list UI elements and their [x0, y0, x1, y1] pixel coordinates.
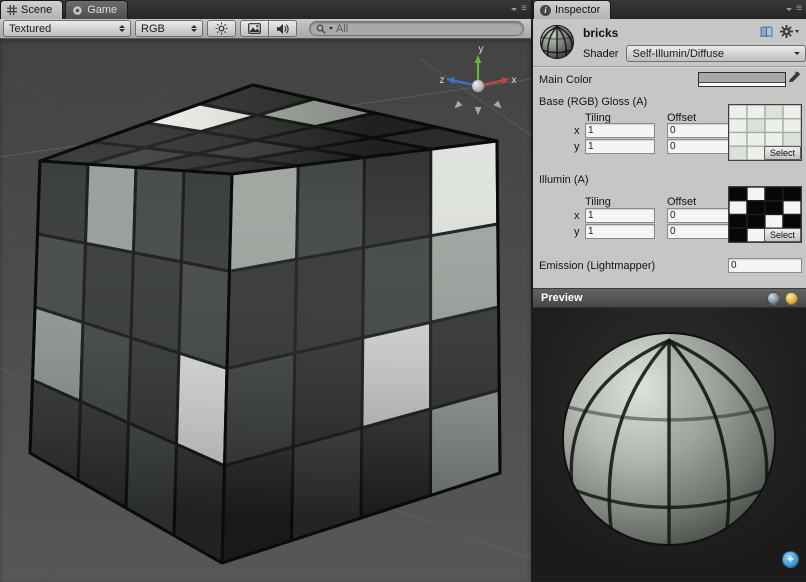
tab-scene-label: Scene [21, 4, 52, 16]
base-texture-thumbnail[interactable]: Select [728, 104, 802, 161]
main-color-label: Main Color [539, 74, 592, 86]
shader-label: Shader [583, 48, 618, 60]
tab-inspector[interactable]: i Inspector [533, 0, 611, 19]
dropdown-arrows-icon [119, 25, 125, 32]
cube-face-right [222, 141, 500, 563]
audio-toggle-button[interactable] [269, 20, 297, 37]
base-y-label: y [574, 141, 580, 153]
tab-inspector-label: Inspector [555, 4, 600, 16]
render-fx-toggle-button[interactable] [240, 20, 269, 37]
gizmo-axis-label: z [440, 75, 445, 86]
add-preview-button[interactable]: + [782, 551, 799, 568]
illumin-tiling-y-input[interactable] [585, 224, 655, 239]
cube-face-shade [222, 141, 500, 563]
gear-dropdown-icon [795, 30, 799, 33]
dropdown-arrows-icon [191, 25, 197, 32]
preview-sphere-toggle-icon[interactable] [767, 292, 780, 305]
base-select-button[interactable]: Select [764, 146, 801, 160]
pane-menu-icon: ≡ [521, 4, 527, 14]
illumin-texture-thumbnail[interactable]: Select [728, 186, 802, 243]
shader-row: Shader Self-Illumin/Diffuse [583, 45, 806, 62]
color-swatch[interactable] [698, 72, 786, 87]
unity-editor-window: Scene Game ≡ Textured RGB [0, 0, 806, 581]
tab-game[interactable]: Game [65, 0, 128, 19]
game-icon [72, 5, 83, 16]
base-x-label: x [574, 125, 580, 137]
illumin-offset-x-input[interactable] [667, 208, 733, 223]
illumin-tiling-x-input[interactable] [585, 208, 655, 223]
illumin-offset-y-input[interactable] [667, 224, 733, 239]
gizmo-axis-label: y [479, 44, 484, 55]
scene-canvas: y x z [0, 39, 531, 582]
emission-label: Emission (Lightmapper) [539, 260, 655, 272]
gear-icon [780, 25, 793, 38]
illumin-tiling-header: Tiling [585, 196, 611, 208]
illumin-section-label: Illumin (A) [539, 174, 589, 186]
preview-header-icons [767, 292, 798, 305]
inspector-header-icons [760, 25, 799, 38]
illumin-x-label: x [574, 210, 580, 222]
preview-label: Preview [541, 292, 583, 304]
preview-light-toggle-icon[interactable] [785, 292, 798, 305]
illumin-y-label: y [574, 226, 580, 238]
viewport-fx-group [240, 20, 297, 37]
settings-gear-button[interactable] [780, 25, 799, 38]
alpha-bar [699, 82, 785, 86]
scene-grid-icon [7, 5, 17, 15]
base-section-label: Base (RGB) Gloss (A) [539, 96, 647, 108]
pane-dropdown-icon [511, 8, 517, 11]
preview-canvas [533, 308, 806, 581]
scene-grid-line [420, 59, 531, 135]
sun-icon [215, 22, 228, 35]
scene-viewport[interactable]: y x z [0, 39, 531, 582]
pane-dropdown-icon [786, 8, 792, 11]
eyedropper-icon[interactable] [788, 70, 801, 83]
inspector-body: bricks [533, 19, 806, 288]
tab-game-label: Game [87, 4, 117, 16]
scene-toolbar: Textured RGB [0, 19, 531, 39]
illumin-offset-header: Offset [667, 196, 696, 208]
gizmo-axis-label: x [512, 75, 517, 86]
scene-search[interactable] [309, 21, 524, 36]
shader-value: Self-Illumin/Diffuse [632, 48, 724, 60]
illumin-select-button[interactable]: Select [764, 228, 801, 242]
speaker-icon [276, 23, 289, 35]
preview-header[interactable]: Preview [533, 288, 806, 308]
image-icon [248, 23, 261, 34]
divider [533, 66, 806, 68]
chevron-down-icon [794, 52, 800, 55]
search-input[interactable] [336, 23, 517, 35]
base-tiling-y-input[interactable] [585, 139, 655, 154]
scene-tabstrip: Scene Game ≡ [0, 0, 531, 19]
help-book-icon[interactable] [760, 26, 773, 38]
scene-pane-menu[interactable]: ≡ [511, 4, 527, 14]
inspector-pane: i Inspector ≡ bricks [533, 0, 806, 581]
inspector-pane-menu[interactable]: ≡ [786, 4, 802, 14]
emission-input[interactable] [728, 258, 802, 273]
shader-dropdown[interactable]: Self-Illumin/Diffuse [626, 45, 806, 62]
inspector-tabstrip: i Inspector ≡ [533, 0, 806, 19]
material-sphere-icon [538, 23, 576, 61]
preview-area[interactable]: + [533, 308, 806, 581]
draw-mode-value: Textured [9, 23, 51, 35]
lighting-toggle-button[interactable] [207, 20, 236, 37]
material-name: bricks [583, 26, 618, 40]
base-tiling-x-input[interactable] [585, 123, 655, 138]
cube-face-shade [30, 161, 232, 563]
tab-scene[interactable]: Scene [0, 0, 63, 19]
draw-mode-dropdown[interactable]: Textured [3, 20, 131, 37]
base-offset-y-input[interactable] [667, 139, 733, 154]
info-icon: i [540, 5, 551, 16]
search-filter-dropdown-icon[interactable] [329, 27, 333, 30]
base-offset-x-input[interactable] [667, 123, 733, 138]
cube-face-left [30, 161, 232, 563]
search-icon [316, 24, 326, 34]
scene-pane: Scene Game ≡ Textured RGB [0, 0, 531, 581]
orientation-gizmo[interactable]: y x z [440, 44, 517, 115]
pane-menu-icon: ≡ [796, 4, 802, 14]
color-mode-dropdown[interactable]: RGB [135, 20, 203, 37]
color-mode-value: RGB [141, 23, 165, 35]
